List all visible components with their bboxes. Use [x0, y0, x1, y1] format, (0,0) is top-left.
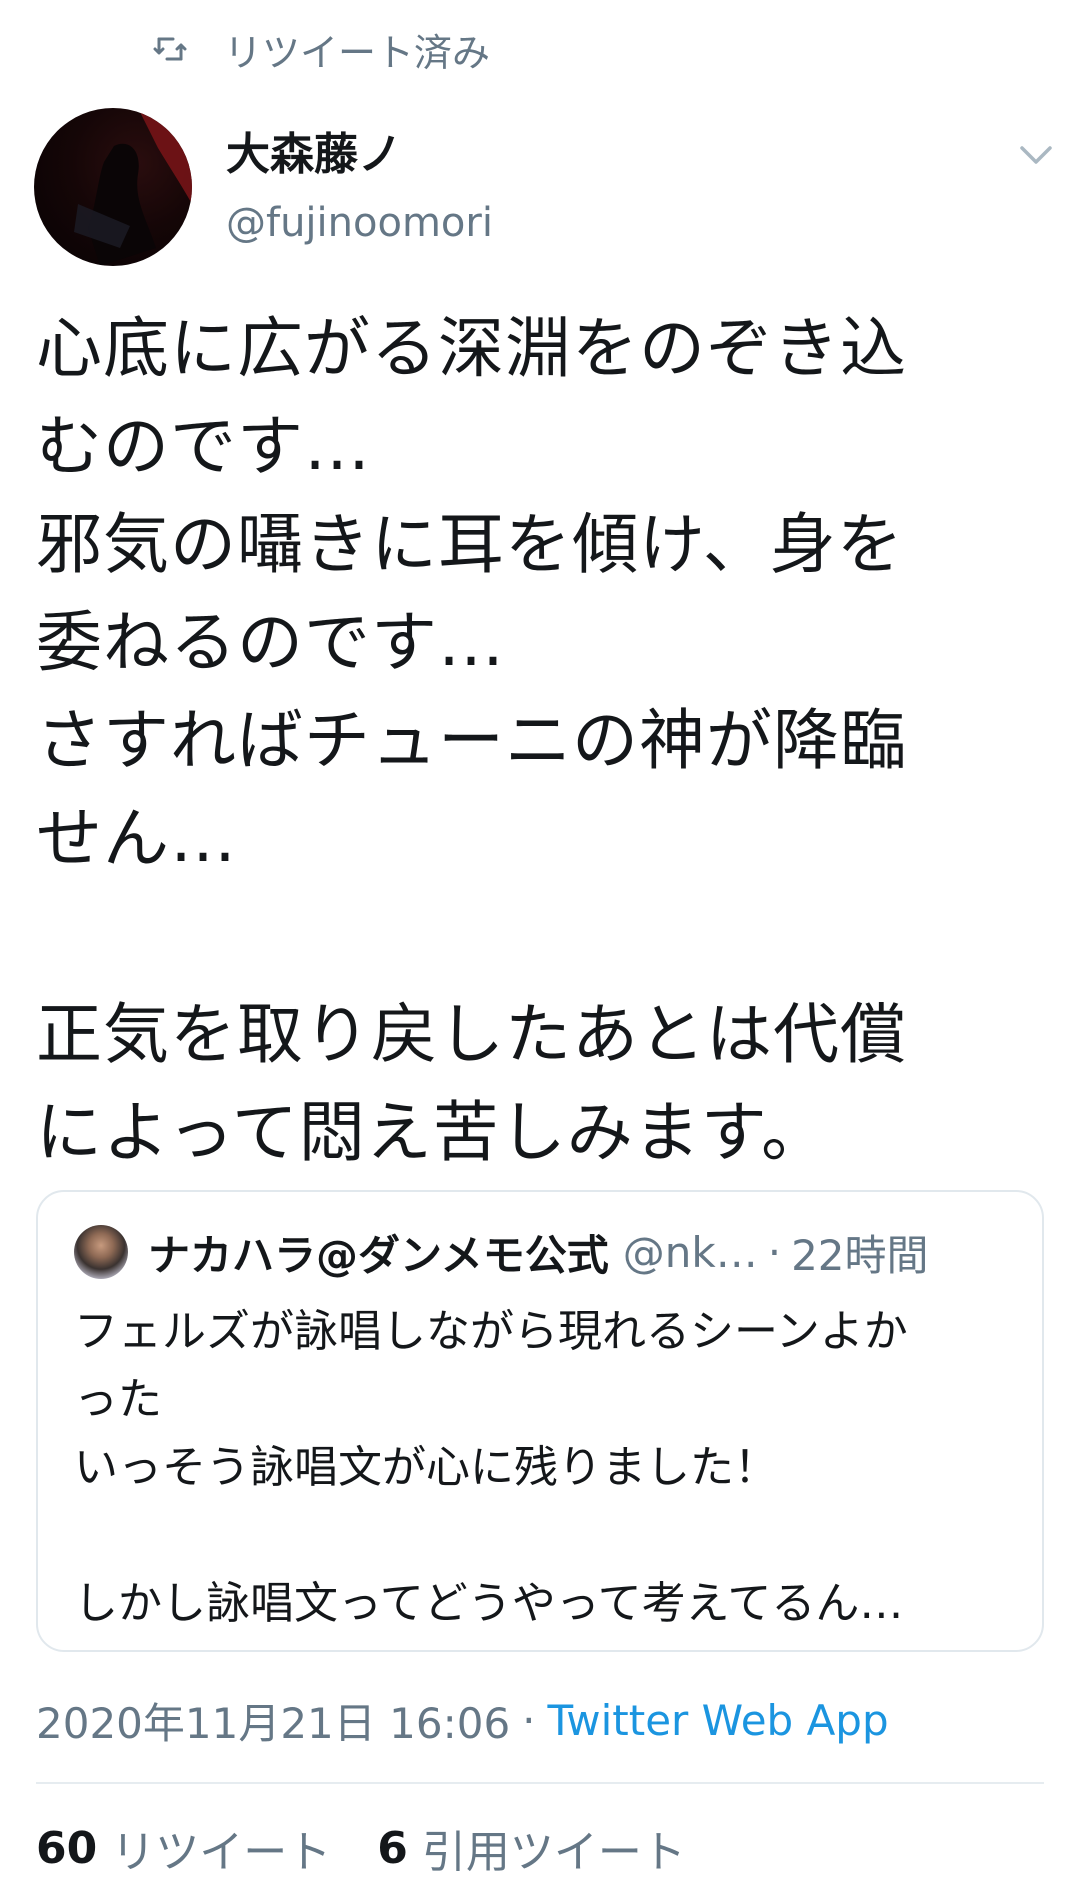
author-name[interactable]: 大森藤ノ: [226, 118, 402, 182]
quoted-tweet-card[interactable]: ナカハラ@ダンメモ公式 @nk… · 22時間 フェルズが詠唱しながら現れるシー…: [36, 1190, 1044, 1652]
tweet-line: によって悶え苦しみます。: [36, 1094, 829, 1171]
tweet-line: 正気を取り戻したあとは代償: [36, 996, 907, 1073]
quoted-author-name: ナカハラ@ダンメモ公式: [148, 1230, 609, 1280]
retweets-count[interactable]: 60: [36, 1823, 97, 1874]
tweet-source-link[interactable]: Twitter Web App: [548, 1696, 889, 1745]
tweet-stats: 60 リツイート 6 引用ツイート: [36, 1816, 732, 1880]
tweet-line: さすればチューニの神が降臨: [36, 702, 907, 779]
tweet-text: 心底に広がる深淵をのぞき込 むのです… 邪気の囁きに耳を傾け、身を 委ねるのです…: [36, 300, 1046, 1182]
retweet-banner: リツイート済み: [150, 18, 490, 80]
retweet-banner-label: リツイート済み: [224, 30, 491, 75]
quoted-line: [74, 1502, 1024, 1570]
quoted-line: フェルズが詠唱しながら現れるシーンよか: [74, 1306, 908, 1357]
quoted-author-handle: @nk…: [622, 1227, 758, 1277]
quoted-line: いっそう詠唱文が心に残りました！: [74, 1442, 778, 1493]
author-handle[interactable]: @fujinoomori: [226, 200, 493, 246]
retweets-label[interactable]: リツイート: [111, 1816, 331, 1880]
quotes-count[interactable]: 6: [377, 1823, 408, 1874]
tweet-line: [36, 888, 1046, 986]
divider: [36, 1782, 1044, 1784]
tweet-line: 邪気の囁きに耳を傾け、身を: [36, 506, 904, 583]
tweet-meta: 2020年11月21日 16:06 · Twitter Web App: [36, 1690, 889, 1750]
quoted-avatar: [74, 1225, 128, 1279]
quoted-time: 22時間: [791, 1230, 929, 1280]
tweet-line: 心底に広がる深淵をのぞき込: [36, 310, 907, 387]
quotes-label[interactable]: 引用ツイート: [422, 1816, 686, 1880]
tweet-line: せん…: [36, 800, 237, 877]
avatar[interactable]: [34, 108, 192, 266]
quoted-tweet-header: ナカハラ@ダンメモ公式 @nk… · 22時間: [74, 1222, 1018, 1282]
meta-separator: ·: [522, 1695, 536, 1745]
quoted-tweet-text: フェルズが詠唱しながら現れるシーンよか った いっそう詠唱文が心に残りました！ …: [74, 1298, 1024, 1638]
tweet-line: むのです…: [36, 408, 371, 485]
quoted-line: しかし詠唱文ってどうやって考えてるん…: [74, 1578, 904, 1629]
quoted-line: った: [74, 1374, 162, 1425]
quoted-separator: ·: [767, 1227, 782, 1277]
tweet-timestamp[interactable]: 2020年11月21日 16:06: [36, 1690, 510, 1751]
chevron-down-icon[interactable]: [1016, 138, 1056, 170]
retweet-icon: [150, 29, 190, 69]
tweet-line: 委ねるのです…: [36, 604, 505, 681]
